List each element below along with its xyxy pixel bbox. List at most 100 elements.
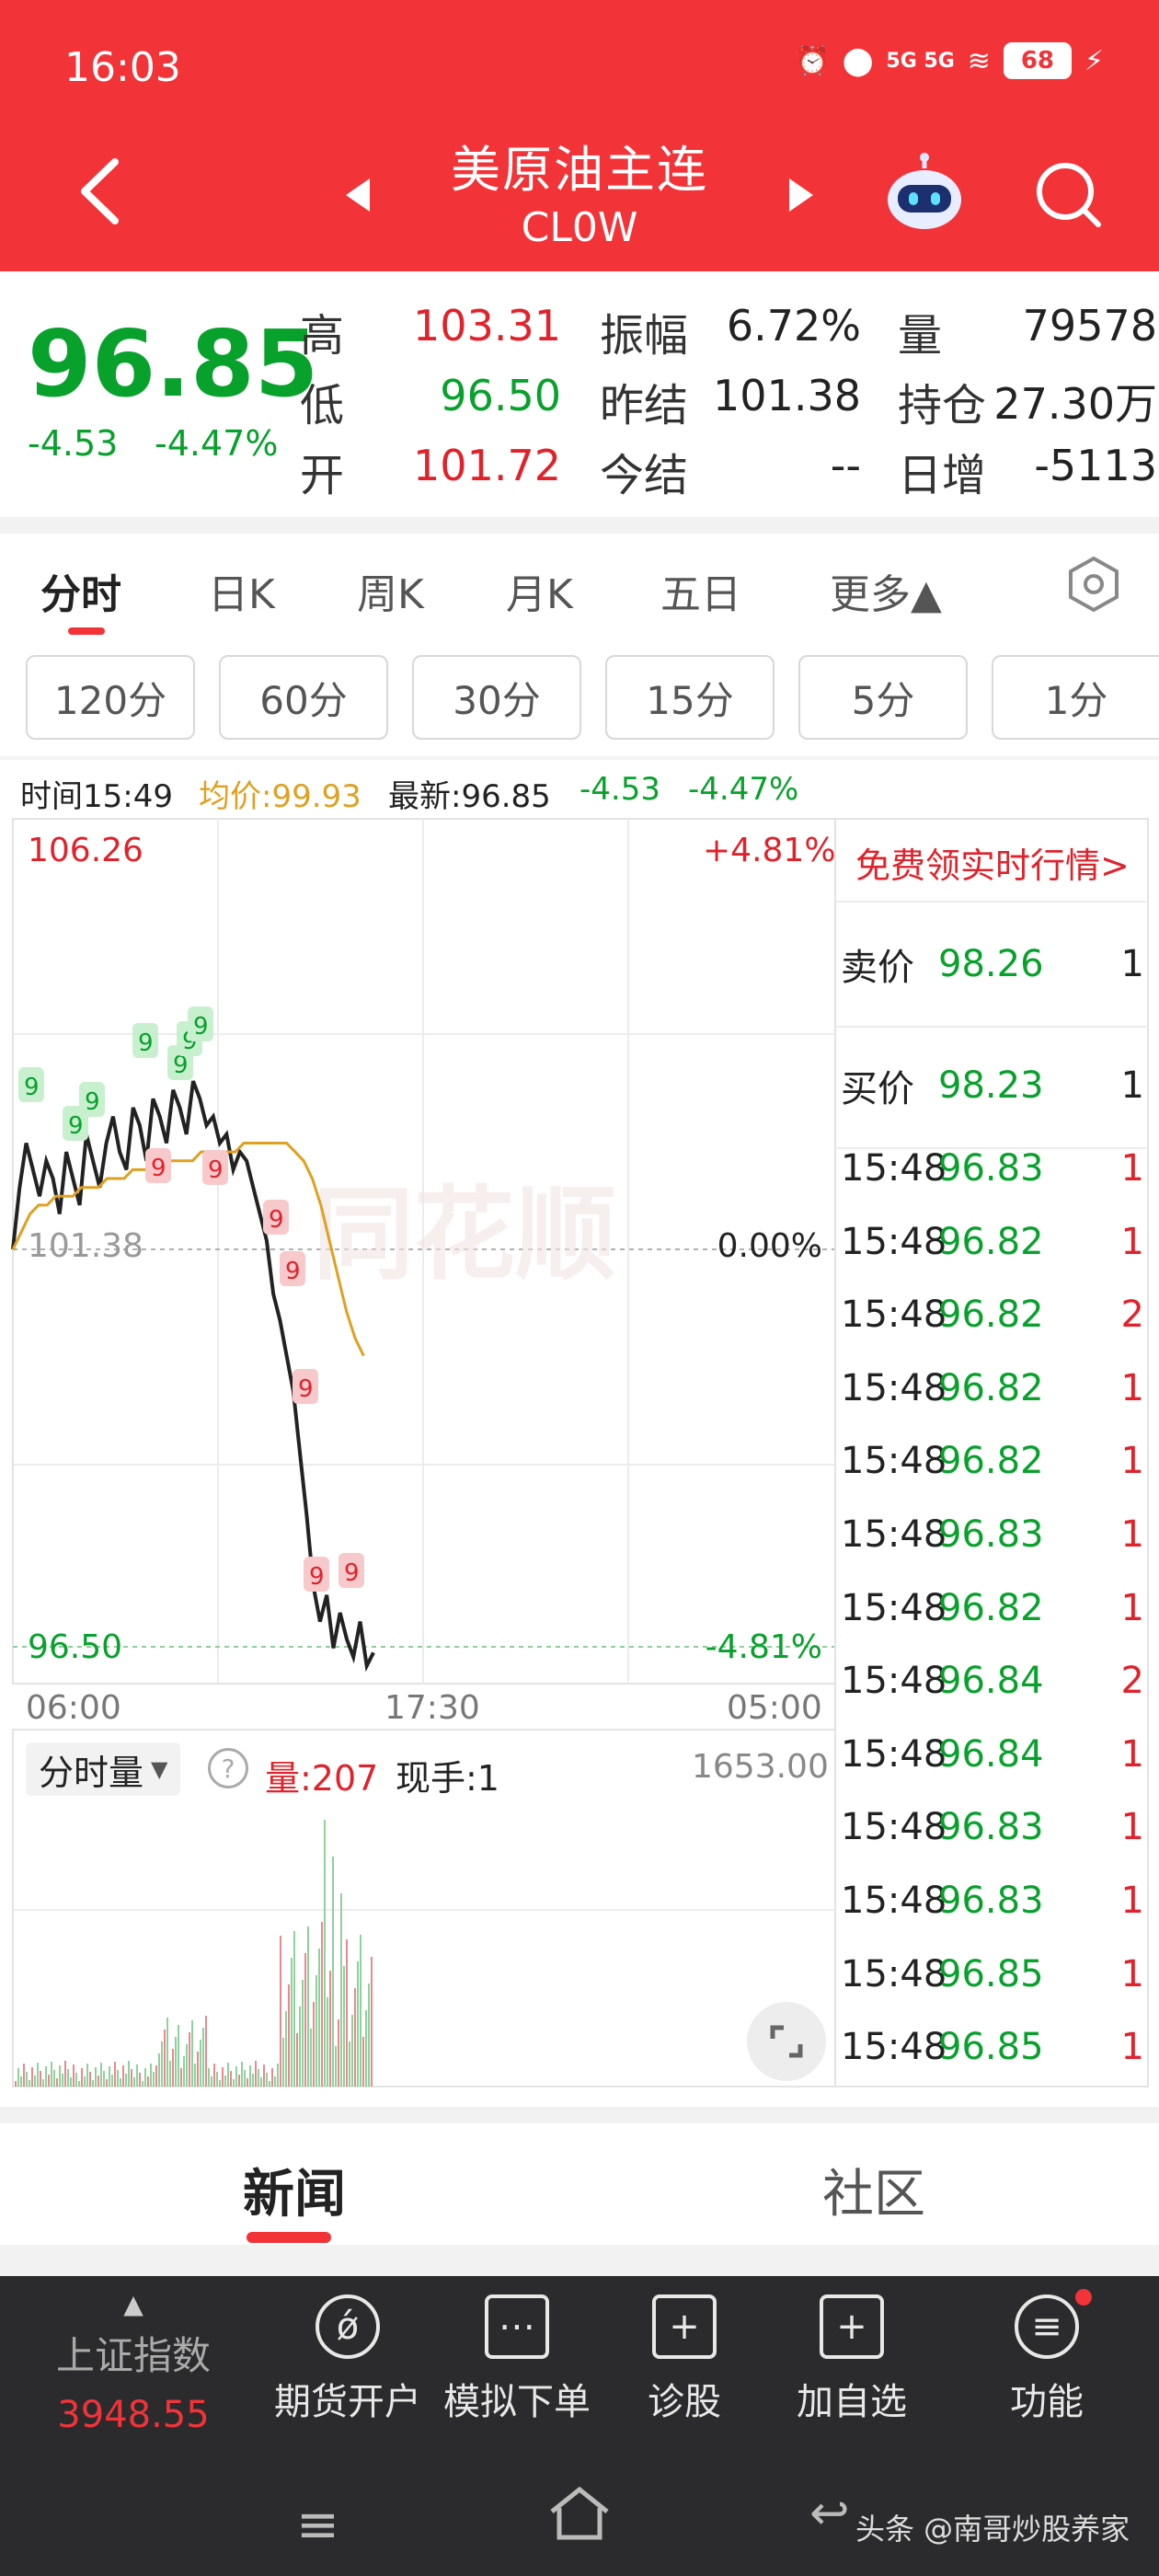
volume-bar — [271, 2068, 273, 2087]
volume-bar — [213, 2064, 215, 2087]
location-icon: ⬤ — [842, 44, 874, 77]
period-120min[interactable]: 120分 — [26, 655, 195, 740]
volume-selector[interactable]: 分时量 ▼ — [26, 1742, 181, 1796]
fullscreen-icon[interactable] — [747, 2002, 826, 2081]
nav-label: 功能 — [1010, 2381, 1084, 2423]
tab-five-day[interactable]: 五日 — [660, 561, 741, 620]
high-label: 高 — [300, 310, 345, 362]
help-icon[interactable]: ? — [208, 1748, 248, 1788]
volume-bar — [20, 2076, 22, 2087]
settings-hexagon-icon[interactable] — [1067, 556, 1120, 613]
system-home-icon[interactable] — [546, 2484, 613, 2547]
tick-volume: 1 — [1120, 1586, 1144, 1629]
tab-community[interactable]: 社区 — [822, 2153, 925, 2227]
divider — [0, 756, 1159, 760]
volume-bar — [277, 2064, 279, 2087]
tick-time: 15:48 — [841, 1220, 947, 1263]
amplitude-label: 振幅 — [600, 310, 689, 362]
volume-bar — [89, 2072, 91, 2087]
volume-bar — [186, 2044, 188, 2087]
ask-row: 卖价 98.26 1 — [841, 927, 1144, 1001]
current-hand-label: 现手:1 — [396, 1758, 499, 1799]
tab-daily-k[interactable]: 日K — [208, 561, 275, 620]
tick-row: 15:48 96.82 1 — [841, 1205, 1144, 1279]
last-price: 96.85 — [28, 310, 319, 418]
volume-bar — [197, 2052, 199, 2087]
nav-futures-account[interactable]: ǿ 期货开户 — [265, 2294, 430, 2425]
contract-title: 美原油主连 — [451, 141, 708, 199]
volume-bar — [86, 2064, 88, 2087]
bid-label: 买价 — [841, 1068, 914, 1110]
open-label: 开 — [300, 450, 345, 501]
volume-bar — [360, 1935, 361, 2087]
volume-bar — [349, 2041, 350, 2087]
tab-more[interactable]: 更多▲ — [830, 561, 942, 620]
tick-row: 15:48 96.83 1 — [841, 1132, 1144, 1205]
volume-bar — [81, 2068, 83, 2087]
nav-stock-diagnosis[interactable]: + 诊股 — [602, 2294, 767, 2425]
tick-time: 15:48 — [841, 1806, 947, 1849]
system-back-icon[interactable]: ↩ — [809, 2486, 850, 2541]
system-menu-icon[interactable]: ≡ — [296, 2495, 339, 2555]
volume-bar — [252, 2074, 254, 2087]
next-contract-icon[interactable] — [787, 177, 817, 217]
realtime-promo-link[interactable]: 免费领实时行情> — [855, 837, 1130, 888]
signal-marker-label: 9 — [208, 1156, 224, 1184]
quote-panel: 96.85 -4.53 -4.47% 高 103.31 低 96.50 开 10… — [0, 271, 1159, 524]
volume-bar — [23, 2064, 25, 2087]
nav-simulated-order[interactable]: ⋯ 模拟下单 — [434, 2294, 600, 2425]
battery-icon: 68 — [1003, 42, 1072, 79]
volume-bar — [51, 2062, 52, 2087]
volume-bar — [169, 2061, 171, 2087]
period-30min[interactable]: 30分 — [412, 655, 581, 740]
index-ticker[interactable]: ▲ 上证指数 3948.55 — [46, 2289, 221, 2436]
tick-time: 15:48 — [841, 1147, 947, 1190]
axis-x-end: 05:00 — [727, 1689, 822, 1727]
volume-bar — [155, 2065, 157, 2087]
info-change: -4.53 — [580, 771, 660, 808]
period-1min[interactable]: 1分 — [992, 655, 1159, 740]
tab-weekly-k[interactable]: 周K — [357, 561, 424, 620]
volume-bar — [114, 2062, 116, 2087]
period-15min[interactable]: 15分 — [605, 655, 775, 740]
bid-price: 98.23 — [938, 1064, 1044, 1107]
settle-label: 今结 — [600, 450, 689, 501]
tick-time: 15:48 — [841, 1440, 947, 1483]
signal-marker-label: 9 — [24, 1074, 40, 1101]
ask-volume: 1 — [1120, 943, 1144, 985]
ask-price: 98.26 — [938, 943, 1044, 985]
prev-settle-value: 101.38 — [713, 371, 861, 420]
volume-bar — [122, 2065, 124, 2087]
robot-assistant-icon[interactable] — [883, 152, 966, 235]
tick-row: 15:48 96.84 2 — [841, 1644, 1144, 1718]
alarm-icon: ⏰ — [795, 44, 830, 77]
volume-bar — [59, 2065, 61, 2087]
tick-row: 15:48 96.84 1 — [841, 1718, 1144, 1791]
info-change-pct: -4.47% — [688, 771, 799, 808]
tab-monthly-k[interactable]: 月K — [506, 561, 573, 620]
dropdown-icon: ▼ — [151, 1756, 168, 1782]
period-60min[interactable]: 60分 — [219, 655, 388, 740]
volume-bar — [235, 2066, 237, 2087]
period-5min[interactable]: 5分 — [798, 655, 968, 740]
volume-bar — [120, 2078, 121, 2087]
search-icon[interactable] — [1032, 158, 1106, 232]
volume-bar — [321, 1922, 323, 2087]
high-value: 103.31 — [413, 301, 561, 351]
nav-functions[interactable]: ≡ 功能 — [964, 2289, 1130, 2425]
open-value: 101.72 — [413, 441, 561, 490]
axis-mid-price: 101.38 — [28, 1227, 143, 1265]
volume-bar — [164, 2030, 166, 2087]
volume-bar — [329, 1971, 331, 2087]
signal-marker-label: 9 — [68, 1112, 84, 1140]
axis-mid-pct: 0.00% — [717, 1227, 822, 1265]
volume-bar — [117, 2070, 119, 2087]
volume-bar — [244, 2070, 246, 2087]
notification-dot — [1075, 2289, 1092, 2306]
document-icon: ⋯ — [485, 2294, 549, 2359]
nav-add-watchlist[interactable]: + 加自选 — [769, 2294, 935, 2425]
tab-news[interactable]: 新闻 — [243, 2153, 346, 2227]
volume-bar — [75, 2073, 77, 2087]
volume-bar — [45, 2066, 47, 2087]
tab-timeshare[interactable]: 分时 — [40, 561, 121, 620]
